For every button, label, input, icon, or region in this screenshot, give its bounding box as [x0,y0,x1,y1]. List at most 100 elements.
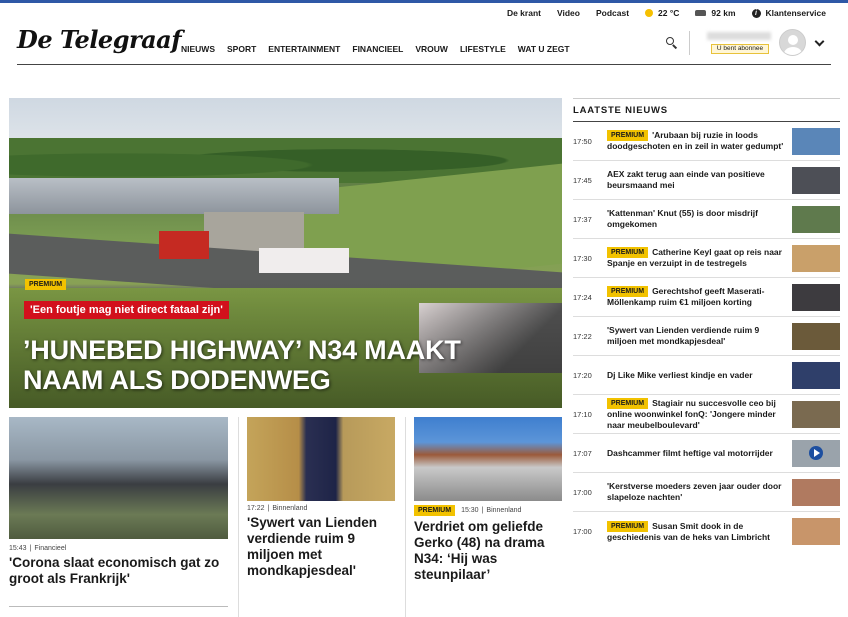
premium-badge: PREMIUM [607,247,649,258]
article-card[interactable]: 15:43 | Financieel 'Corona slaat economisc… [9,417,228,587]
news-item[interactable]: 17:30 PREMIUM Catherine Keyl gaat op reis … [573,239,840,278]
article-image [414,417,562,501]
news-headline[interactable]: 'Kattenman' Knut (55) is door misdrijf o… [607,208,788,230]
hero-title[interactable]: ’HUNEBED HIGHWAY’ N34 MAAKT NAAM ALS DOD… [23,335,543,395]
search-icon[interactable] [666,37,678,49]
article-time: 17:22 [247,505,265,512]
news-headline[interactable]: Dashcammer filmt heftige val motorrijder [607,448,788,459]
nav-lifestyle[interactable]: LIFESTYLE [460,44,506,54]
link-podcast[interactable]: Podcast [596,8,629,18]
traffic-label: 92 km [711,8,736,18]
site-logo[interactable]: De Telegraaf [17,25,182,54]
card-divider [405,417,406,617]
avatar[interactable] [779,29,806,56]
news-headline-text: Dj Like Mike verliest kindje en vader [607,369,753,380]
card-bottom-rule [9,606,228,607]
premium-badge: PREMIUM [607,286,649,297]
top-accent-line [0,0,848,3]
news-item[interactable]: 17:22 'Sywert van Lienden verdiende ruim … [573,317,840,356]
news-item[interactable]: 17:10 PREMIUM Stagiair nu succesvolle ceo … [573,395,840,434]
utility-bar: De krant Video Podcast 22 °C 92 km i Klan… [491,6,826,20]
news-headline[interactable]: 'Kerstverse moeders zeven jaar ouder doo… [607,481,788,503]
main-nav: NIEUWS SPORT ENTERTAINMENT FINANCIEEL VR… [181,44,570,54]
traffic-widget[interactable]: 92 km [695,8,736,18]
article-meta: 17:22 | Binnenland [247,505,308,512]
article-title[interactable]: 'Corona slaat economisch gat zo groot al… [9,555,228,587]
article-time: 15:30 [461,507,479,514]
news-time: 17:45 [573,175,592,185]
news-headline[interactable]: PREMIUM Gerechtshof geeft Maserati-Möllen… [607,286,788,308]
news-headline[interactable]: AEX zakt terug aan einde van positieve b… [607,169,788,191]
news-thumbnail[interactable] [792,283,840,311]
nav-sport[interactable]: SPORT [227,44,256,54]
article-card[interactable]: PREMIUM 15:30 | Binnenland Verdriet om gel… [414,417,562,583]
news-headline[interactable]: Dj Like Mike verliest kindje en vader [607,370,788,381]
news-item[interactable]: 17:24 PREMIUM Gerechtshof geeft Maserati-M… [573,278,840,317]
sidebar-title: LAATSTE NIEUWS [573,105,668,116]
news-headline-text: 'Sywert van Lienden verdiende ruim 9 mil… [607,325,760,346]
hero-image-firetruck [159,231,209,259]
premium-badge: PREMIUM [414,505,456,516]
news-item[interactable]: 17:07 Dashcammer filmt heftige val motorr… [573,434,840,473]
news-item[interactable]: 17:45 AEX zakt terug aan einde van positi… [573,161,840,200]
header-rule [17,64,831,65]
hero-image-tent [259,248,349,273]
article-title[interactable]: 'Sywert van Lienden verdiende ruim 9 mil… [247,515,395,579]
news-headline[interactable]: PREMIUM Catherine Keyl gaat op reis naar … [607,247,788,269]
hero-quote: 'Een foutje mag niet direct fataal zijn' [24,301,229,319]
nav-financieel[interactable]: FINANCIEEL [352,44,403,54]
nav-entertainment[interactable]: ENTERTAINMENT [268,44,340,54]
news-thumbnail[interactable] [792,244,840,272]
news-thumbnail[interactable] [792,400,840,428]
hero-article[interactable]: PREMIUM 'Een foutje mag niet direct fata… [9,98,562,408]
article-title[interactable]: Verdriet om geliefde Gerko (48) na drama… [414,519,562,583]
news-item[interactable]: 17:00 'Kerstverse moeders zeven jaar oude… [573,473,840,512]
nav-nieuws[interactable]: NIEUWS [181,44,215,54]
news-thumbnail[interactable] [792,127,840,155]
news-thumbnail[interactable] [792,166,840,194]
article-section: Financieel [34,545,67,552]
premium-badge: PREMIUM [607,520,649,532]
news-item[interactable]: 17:00 PREMIUM Susan Smit dook in de geschi… [573,512,840,551]
news-thumbnail[interactable] [792,205,840,233]
news-time: 17:37 [573,214,592,224]
news-headline[interactable]: PREMIUM 'Arubaan bij ruzie in loods doodg… [607,130,788,152]
news-item[interactable]: 17:20 Dj Like Mike verliest kindje en vad… [573,356,840,395]
article-image [9,417,228,539]
chevron-down-icon[interactable] [814,36,825,47]
news-thumbnail[interactable] [792,322,840,350]
article-image [247,417,395,501]
article-time: 15:43 [9,545,27,552]
news-time: 17:24 [573,292,592,302]
news-item[interactable]: 17:50 PREMIUM 'Arubaan bij ruzie in loods … [573,122,840,161]
service-label: Klantenservice [765,8,826,18]
news-time: 17:50 [573,136,592,146]
news-list: 17:50 PREMIUM 'Arubaan bij ruzie in loods … [573,122,840,551]
user-name-blurred [707,32,771,40]
news-thumbnail[interactable] [792,478,840,506]
sun-icon [645,9,654,17]
news-time: 17:20 [573,370,592,380]
nav-wat-u-zegt[interactable]: WAT U ZEGT [518,44,570,54]
news-headline[interactable]: 'Sywert van Lienden verdiende ruim 9 mil… [607,325,788,347]
link-video[interactable]: Video [557,8,580,18]
news-time: 17:10 [573,409,592,419]
premium-badge: PREMIUM [25,279,67,290]
header-divider [689,31,690,55]
play-icon[interactable] [809,446,823,460]
weather-widget[interactable]: 22 °C [645,8,679,18]
news-headline-text: Dashcammer filmt heftige val motorrijder [607,447,773,458]
news-headline[interactable]: PREMIUM Stagiair nu succesvolle ceo bij o… [607,397,788,431]
customer-service-link[interactable]: i Klantenservice [751,8,826,18]
news-item[interactable]: 17:37 'Kattenman' Knut (55) is door misdr… [573,200,840,239]
hero-image-bridge [9,178,339,214]
article-section: Binnenland [486,507,522,514]
article-card[interactable]: 17:22 | Binnenland 'Sywert van Lienden ver… [247,417,395,579]
link-de-krant[interactable]: De krant [507,8,541,18]
nav-vrouw[interactable]: VROUW [415,44,448,54]
news-headline[interactable]: PREMIUM Susan Smit dook in de geschiedeni… [607,520,788,543]
news-thumbnail[interactable] [792,518,840,545]
news-thumbnail[interactable] [792,361,840,389]
news-time: 17:07 [573,448,592,458]
article-meta: 15:43 | Financieel [9,545,67,552]
